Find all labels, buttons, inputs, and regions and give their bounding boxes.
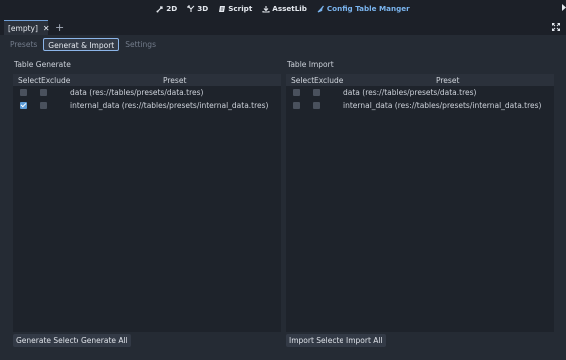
- subtab-bar: Presets Generat & Import Settings: [6, 38, 160, 51]
- preset-label: data (res://tables/presets/data.tres): [343, 88, 477, 97]
- tab-settings[interactable]: Settings: [121, 38, 160, 51]
- exclude-checkbox[interactable]: [40, 89, 47, 96]
- header-exclude: Exclude: [314, 76, 344, 85]
- import-selected-button[interactable]: Import Selected: [286, 334, 352, 347]
- workspace-script-button[interactable]: Script: [218, 4, 252, 13]
- table-row[interactable]: data (res://tables/presets/data.tres): [286, 86, 554, 99]
- header-preset: Preset: [436, 76, 460, 85]
- tab-generate-import[interactable]: Generat & Import: [43, 38, 120, 51]
- 3d-icon: [187, 4, 195, 12]
- assetlib-icon: [262, 5, 270, 13]
- workspace-config-table-label: Config Table Manger: [326, 4, 410, 13]
- tab-presets[interactable]: Presets: [6, 38, 41, 51]
- header-select: Select: [18, 76, 42, 85]
- import-section-title: Table Import: [287, 60, 334, 69]
- workspace-2d-label: 2D: [166, 4, 178, 13]
- workspace-2d-button[interactable]: 2D: [156, 4, 177, 13]
- add-tab-icon[interactable]: +: [55, 21, 64, 34]
- script-icon: [219, 5, 226, 12]
- table-row[interactable]: internal_data (res://tables/presets/inte…: [13, 99, 281, 112]
- workspace-assetlib-label: AssetLib: [272, 4, 307, 13]
- generate-table-header: Select Exclude Preset: [13, 74, 281, 86]
- select-checkbox[interactable]: [20, 89, 27, 96]
- scene-tab-empty[interactable]: [empty] ✕: [4, 20, 50, 35]
- workspace-3d-label: 3D: [197, 4, 209, 13]
- main-panel: Presets Generat & Import Settings Table …: [0, 35, 566, 360]
- corner-arrow-icon[interactable]: [562, 4, 566, 11]
- exclude-checkbox[interactable]: [40, 102, 47, 109]
- workspace-config-table-button[interactable]: Config Table Manger: [317, 4, 410, 13]
- workspace-3d-button[interactable]: 3D: [187, 4, 208, 13]
- preset-label: internal_data (res://tables/presets/inte…: [343, 101, 542, 110]
- 2d-icon: [156, 5, 163, 12]
- exclude-checkbox[interactable]: [313, 102, 320, 109]
- workspace-bar: 2D 3D Script AssetLib Config Table Mange…: [0, 0, 566, 17]
- table-row[interactable]: data (res://tables/presets/data.tres): [13, 86, 281, 99]
- header-exclude: Exclude: [41, 76, 71, 85]
- select-checkbox[interactable]: [293, 102, 300, 109]
- workspace-assetlib-button[interactable]: AssetLib: [262, 4, 307, 13]
- close-icon[interactable]: ✕: [43, 24, 50, 33]
- select-checkbox[interactable]: [20, 102, 27, 109]
- generate-all-button[interactable]: Generate All: [78, 334, 131, 347]
- fullscreen-icon[interactable]: [552, 23, 560, 31]
- table-row[interactable]: internal_data (res://tables/presets/inte…: [286, 99, 554, 112]
- header-select: Select: [291, 76, 315, 85]
- config-table-icon: [317, 5, 324, 13]
- scene-tab-label: [empty]: [8, 23, 38, 33]
- import-table: Select Exclude Preset data (res://tables…: [286, 74, 554, 332]
- preset-label: data (res://tables/presets/data.tres): [70, 88, 204, 97]
- select-checkbox[interactable]: [293, 89, 300, 96]
- scene-tab-bar: [empty] ✕ +: [0, 19, 566, 35]
- preset-label: internal_data (res://tables/presets/inte…: [70, 101, 269, 110]
- workspace-script-label: Script: [228, 4, 253, 13]
- generate-section-title: Table Generate: [14, 60, 71, 69]
- header-preset: Preset: [163, 76, 187, 85]
- exclude-checkbox[interactable]: [313, 89, 320, 96]
- generate-table: Select Exclude Preset data (res://tables…: [13, 74, 281, 332]
- import-table-header: Select Exclude Preset: [286, 74, 554, 86]
- import-all-button[interactable]: Import All: [343, 334, 386, 347]
